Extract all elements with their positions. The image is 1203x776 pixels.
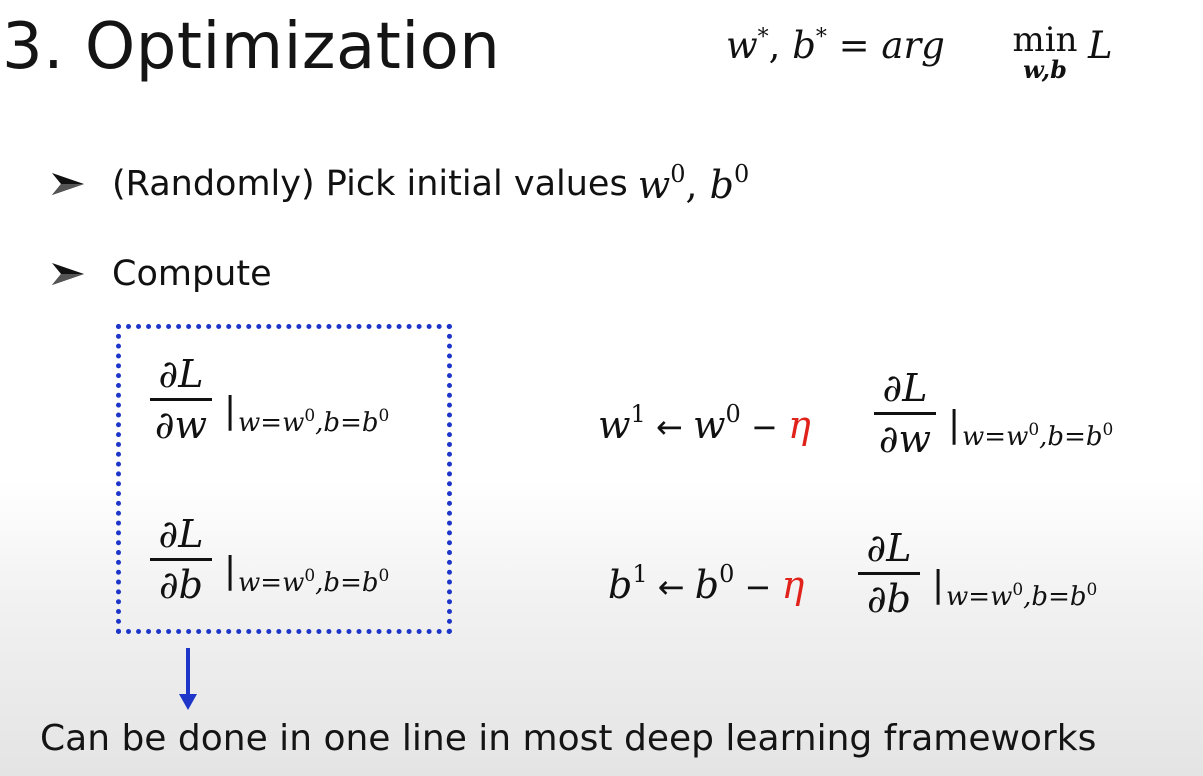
equals-sign: = [826, 24, 882, 67]
fraction-bar [858, 572, 920, 575]
fraction-denominator: ∂b [867, 577, 911, 621]
slide: 3. Optimization w*, b* = arg min w,b L (… [0, 0, 1203, 776]
slide-title: 3. Optimization [2, 10, 501, 84]
bullet-arrow-icon [52, 172, 84, 195]
fraction-dl-dw: ∂L ∂w [874, 366, 936, 461]
var-b0: b [709, 163, 734, 207]
bullet-pick-initial: (Randomly) Pick initial values w0, b0 [48, 160, 749, 207]
fraction-denominator: ∂w [154, 403, 208, 447]
eval-bar: | [932, 564, 945, 605]
fraction-dl-db: ∂L ∂b [150, 512, 212, 607]
eta-symbol: η [781, 563, 805, 607]
eval-bar: | [224, 550, 237, 591]
fraction-numerator: ∂L [158, 352, 204, 396]
sup-w0: 0 [670, 160, 686, 188]
bullet-math: w0, b0 [637, 160, 750, 207]
eval-bar: | [948, 404, 961, 445]
eval-subscript: w=w0,b=b0 [946, 580, 1098, 612]
down-arrow-icon [179, 648, 197, 710]
min-text: min [1012, 20, 1078, 60]
arg-text: arg [881, 24, 945, 67]
fraction-bar [874, 412, 936, 415]
fraction-bar [150, 398, 212, 401]
fraction-dl-db: ∂L ∂b [858, 526, 920, 621]
min-operator: min w,b [1010, 20, 1080, 84]
star-b: * [815, 25, 827, 50]
eval-subscript: w=w0,b=b0 [238, 406, 390, 438]
bullet-text: (Randomly) Pick initial values [112, 163, 628, 204]
eta-symbol: η [787, 403, 811, 447]
fraction-denominator: ∂b [159, 563, 203, 607]
eval-bar: | [224, 390, 237, 431]
min-subscript: w,b [1023, 55, 1067, 84]
fraction-numerator: ∂L [882, 366, 928, 410]
star-w: * [757, 25, 769, 50]
var-w0: w [637, 163, 671, 207]
fraction-numerator: ∂L [866, 526, 912, 570]
fraction-denominator: ∂w [878, 417, 932, 461]
footer-note: Can be done in one line in most deep lea… [40, 718, 1097, 759]
sup-b0: 0 [734, 160, 750, 188]
fraction-dl-dw: ∂L ∂w [150, 352, 212, 447]
update-b-lhs: b1 ← b0 − η [608, 560, 805, 607]
var-w: w [726, 24, 758, 67]
loss-symbol: L [1088, 24, 1113, 67]
objective-formula: w*, b* = arg min w,b L [726, 18, 1126, 98]
bullet-compute: Compute [48, 254, 272, 294]
objective-lhs: w*, b* = arg [726, 24, 945, 67]
fraction-numerator: ∂L [158, 512, 204, 556]
bullet-arrow-icon [52, 263, 84, 285]
fraction-bar [150, 558, 212, 561]
eval-subscript: w=w0,b=b0 [238, 566, 390, 598]
eval-subscript: w=w0,b=b0 [962, 420, 1114, 452]
update-w-lhs: w1 ← w0 − η [598, 400, 811, 447]
bullet-text: Compute [112, 254, 272, 294]
var-b: b [792, 24, 816, 67]
